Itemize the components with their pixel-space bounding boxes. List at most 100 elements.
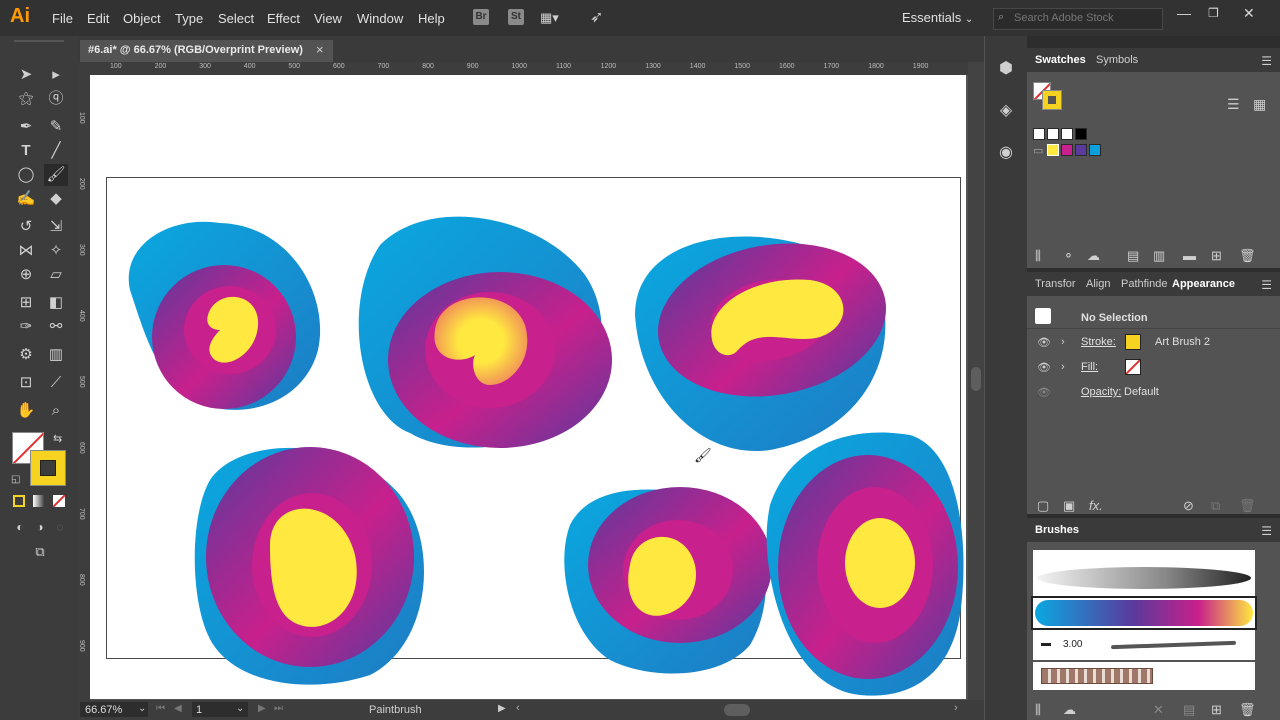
toolbar-grip[interactable] bbox=[14, 40, 64, 42]
status-menu-arrow-icon[interactable]: ▶ bbox=[498, 703, 506, 714]
canvas[interactable]: 🖌 bbox=[90, 75, 966, 699]
tab-brushes[interactable]: Brushes bbox=[1035, 524, 1079, 536]
layers-icon[interactable]: ◈ bbox=[995, 100, 1017, 122]
horizontal-ruler[interactable]: 100 200 300 400 500 600 700 800 900 1000 1100 1200 1… bbox=[90, 62, 968, 75]
menu-view[interactable]: View bbox=[314, 11, 342, 26]
direct-selection-tool-icon[interactable]: ▸ bbox=[44, 64, 68, 86]
shaper-tool-icon[interactable]: ✍ bbox=[14, 188, 38, 210]
color-mode-icon[interactable] bbox=[13, 495, 25, 507]
gradient-mode-icon[interactable] bbox=[33, 495, 45, 507]
add-new-fill-icon[interactable]: ▣ bbox=[1063, 498, 1075, 514]
delete-brush-icon[interactable]: 🗑 bbox=[1239, 702, 1256, 718]
art-blob-5[interactable] bbox=[564, 487, 772, 674]
fill-color-swatch[interactable] bbox=[1125, 359, 1141, 375]
vertical-scroll-thumb[interactable] bbox=[971, 367, 981, 391]
menu-select[interactable]: Select bbox=[218, 11, 254, 26]
scale-tool-icon[interactable]: ⇲ bbox=[44, 216, 68, 238]
delete-swatch-icon[interactable]: 🗑 bbox=[1239, 248, 1256, 264]
next-artboard-icon[interactable]: ▶ bbox=[258, 703, 266, 714]
stock-search[interactable]: ⌕ bbox=[993, 8, 1163, 30]
artboard-number-select[interactable]: 1 ⌄ bbox=[192, 702, 248, 717]
default-fill-stroke-icon[interactable]: ◱ bbox=[11, 474, 20, 485]
add-new-stroke-icon[interactable]: ▢ bbox=[1037, 498, 1049, 514]
gpu-performance-icon[interactable]: ➶ bbox=[590, 7, 603, 27]
rotate-tool-icon[interactable]: ↺ bbox=[14, 216, 38, 238]
cc-library-icon[interactable]: ☁ bbox=[1063, 702, 1076, 718]
previous-artboard-icon[interactable]: ◀ bbox=[174, 703, 182, 714]
search-input[interactable] bbox=[1014, 12, 1154, 24]
art-blob-1[interactable] bbox=[128, 221, 321, 410]
document-tab[interactable]: #6.ai* @ 66.67% (RGB/Overprint Preview) … bbox=[80, 40, 333, 62]
restore-icon[interactable]: ❐ bbox=[1208, 6, 1219, 20]
column-graph-tool-icon[interactable]: ▥ bbox=[44, 344, 68, 366]
brush-item-pattern[interactable] bbox=[1033, 662, 1255, 690]
menu-file[interactable]: File bbox=[52, 11, 73, 26]
first-artboard-icon[interactable]: ⏮ bbox=[156, 703, 165, 714]
hand-tool-icon[interactable]: ✋ bbox=[14, 400, 38, 422]
artboard-tool-icon[interactable]: ⊡ bbox=[14, 372, 38, 394]
edit-swatch-icon[interactable]: ▤ bbox=[1127, 248, 1139, 264]
panel-menu-icon[interactable]: ☰ bbox=[1261, 54, 1272, 68]
curvature-tool-icon[interactable]: ✎ bbox=[44, 116, 68, 138]
libraries-icon[interactable]: ⬢ bbox=[995, 58, 1017, 80]
menu-effect[interactable]: Effect bbox=[267, 11, 300, 26]
type-tool-icon[interactable]: T bbox=[14, 140, 38, 162]
screen-mode-icon[interactable]: ⧉ bbox=[28, 541, 52, 563]
workspace-switcher[interactable]: Essentials ⌄ bbox=[902, 10, 973, 25]
horizontal-scroll-thumb[interactable] bbox=[724, 704, 750, 716]
zoom-select[interactable]: 66.67% ⌄ bbox=[80, 702, 148, 717]
stroke-label[interactable]: Stroke: bbox=[1081, 336, 1116, 348]
brush-options-icon[interactable]: ▤ bbox=[1183, 702, 1195, 718]
menu-help[interactable]: Help bbox=[418, 11, 445, 26]
tab-transform[interactable]: Transfor bbox=[1035, 278, 1076, 290]
swap-fill-stroke-icon[interactable]: ⇆ bbox=[53, 432, 62, 445]
slice-tool-icon[interactable]: ⟋ bbox=[44, 372, 68, 394]
magic-wand-tool-icon[interactable]: ⚝ bbox=[14, 88, 38, 110]
paintbrush-tool-icon[interactable]: 🖌 bbox=[44, 164, 68, 186]
puppet-warp-tool-icon[interactable]: ✧ bbox=[44, 240, 68, 262]
art-blob-4[interactable] bbox=[194, 447, 424, 685]
selection-tool-icon[interactable]: ➤ bbox=[14, 64, 38, 86]
swatch-kinds-icon[interactable]: ⚬ bbox=[1063, 248, 1074, 264]
scroll-left-icon[interactable]: ‹ bbox=[516, 702, 520, 714]
stroke-swatch[interactable] bbox=[30, 450, 66, 486]
none-mode-icon[interactable] bbox=[53, 495, 65, 507]
menu-window[interactable]: Window bbox=[357, 11, 403, 26]
list-view-icon[interactable]: ☰ bbox=[1227, 96, 1240, 113]
blend-tool-icon[interactable]: ⚯ bbox=[44, 316, 68, 338]
last-artboard-icon[interactable]: ⏭ bbox=[274, 703, 283, 714]
minimize-icon[interactable]: — bbox=[1177, 5, 1191, 21]
swatch-stroke-proxy[interactable] bbox=[1042, 90, 1062, 110]
gradient-tool-icon[interactable]: ◧ bbox=[44, 292, 68, 314]
brush-item-art-brush-2[interactable] bbox=[1031, 596, 1257, 630]
swatch-registration[interactable] bbox=[1047, 128, 1059, 140]
fill-expand-icon[interactable]: › bbox=[1061, 361, 1065, 373]
cc-library-icon[interactable]: ☁ bbox=[1087, 248, 1100, 264]
swatch-magenta[interactable] bbox=[1061, 144, 1073, 156]
brush-item-calligraphic[interactable]: ▬ 3.00 bbox=[1033, 630, 1255, 660]
panel-menu-icon[interactable]: ☰ bbox=[1261, 524, 1272, 538]
menu-edit[interactable]: Edit bbox=[87, 11, 109, 26]
panel-menu-icon[interactable]: ☰ bbox=[1261, 278, 1272, 292]
lasso-tool-icon[interactable]: ⓠ bbox=[44, 88, 68, 110]
art-blob-2[interactable] bbox=[358, 216, 612, 448]
remove-brush-stroke-icon[interactable]: ✕ bbox=[1153, 702, 1164, 718]
swatch-options-icon[interactable]: ▥ bbox=[1153, 248, 1165, 264]
symbol-sprayer-tool-icon[interactable]: ⚙ bbox=[14, 344, 38, 366]
pen-tool-icon[interactable]: ✒ bbox=[14, 116, 38, 138]
opacity-label[interactable]: Opacity: bbox=[1081, 386, 1121, 398]
perspective-grid-tool-icon[interactable]: ▱ bbox=[44, 264, 68, 286]
swatch-purple[interactable] bbox=[1075, 144, 1087, 156]
art-blob-3[interactable] bbox=[635, 226, 898, 452]
duplicate-item-icon[interactable]: ⧉ bbox=[1211, 498, 1220, 514]
fill-label[interactable]: Fill: bbox=[1081, 361, 1098, 373]
tab-appearance[interactable]: Appearance bbox=[1172, 278, 1235, 290]
bridge-button[interactable]: Br bbox=[473, 9, 489, 25]
draw-inside-icon[interactable]: ◌ bbox=[48, 516, 72, 538]
delete-item-icon[interactable]: 🗑 bbox=[1239, 498, 1256, 514]
mesh-tool-icon[interactable]: ⊞ bbox=[14, 292, 38, 314]
arrange-documents-icon[interactable]: ▦▾ bbox=[540, 10, 559, 26]
opacity-visibility-eye-icon[interactable]: 👁 bbox=[1037, 386, 1051, 399]
swatch-black[interactable] bbox=[1075, 128, 1087, 140]
scroll-right-icon[interactable]: › bbox=[954, 702, 958, 714]
